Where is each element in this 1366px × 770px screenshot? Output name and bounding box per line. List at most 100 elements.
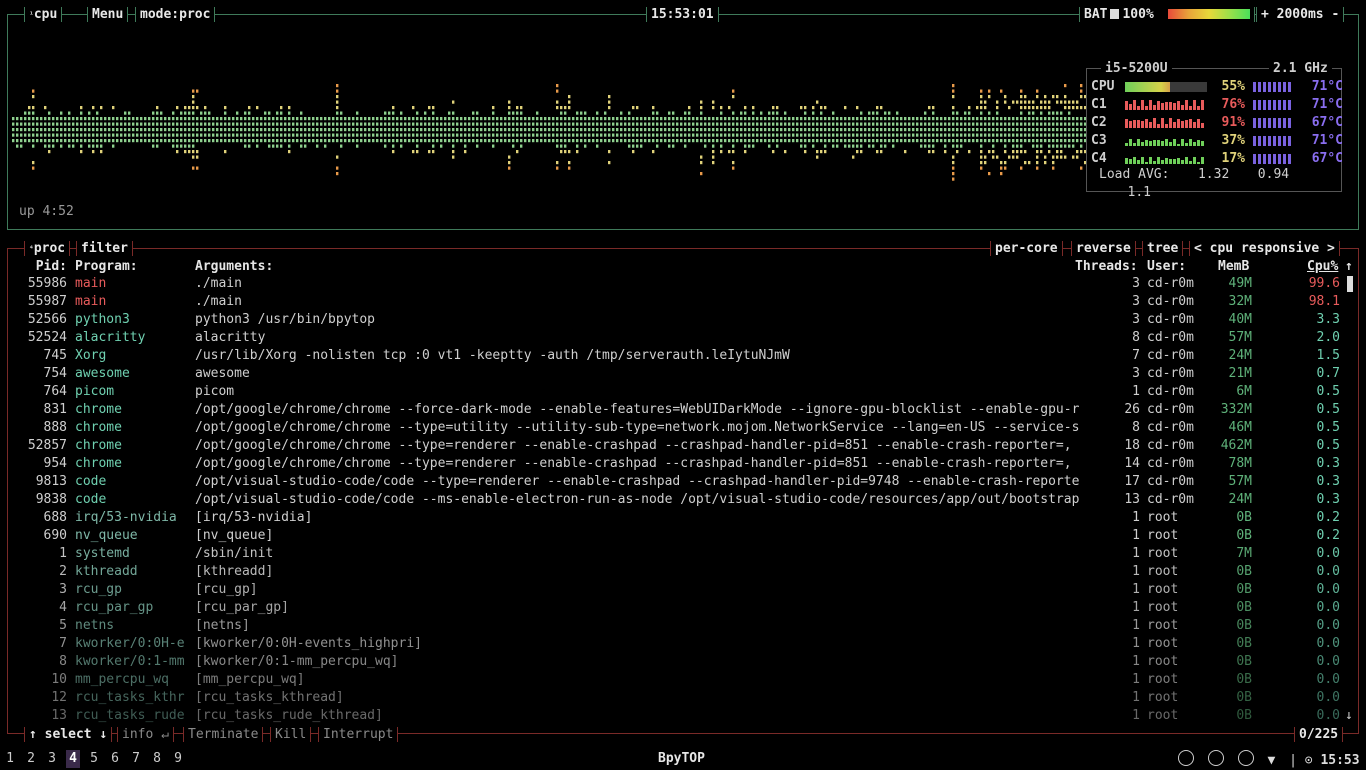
workspace-7[interactable]: 7: [129, 750, 143, 768]
table-row[interactable]: 1 systemd/sbin/init 1 root 7M 0.0: [0, 545, 1366, 563]
info-button[interactable]: info ↵: [117, 727, 174, 742]
cpu-graph-dot: [428, 128, 431, 132]
reverse-toggle[interactable]: reverse: [1071, 241, 1136, 256]
workspace-1[interactable]: 1: [3, 750, 17, 768]
table-row[interactable]: 3 rcu_gp [rcu_gp] 1 root 0B 0.0: [0, 581, 1366, 599]
volume-icon[interactable]: [1237, 750, 1254, 766]
table-row[interactable]: 12 rcu_tasks_kthr [rcu_tasks_kthread] 1 root…: [0, 689, 1366, 707]
cpu-graph-dot: [468, 133, 471, 137]
table-row[interactable]: 2 kthreadd [kthreadd] 1 root 0B 0.0: [0, 563, 1366, 581]
cpu-graph-dot: [176, 122, 179, 126]
col-pid[interactable]: Pid:: [10, 258, 67, 276]
cpu-graph-dot: [424, 111, 427, 115]
cpu-graph-dot: [860, 117, 863, 121]
col-cpu[interactable]: Cpu%: [1307, 258, 1338, 276]
table-row[interactable]: 52566 python3 python3 /usr/bin/bpytop 3 cd-r…: [0, 311, 1366, 329]
table-row[interactable]: 831 chrome/opt/google/chrome/chrome --for…: [0, 401, 1366, 419]
scrollbar-thumb[interactable]: [1347, 276, 1353, 292]
workspace-6[interactable]: 6: [108, 750, 122, 768]
col-arguments[interactable]: Arguments:: [195, 258, 273, 276]
cpu-graph-dot: [216, 133, 219, 137]
cpu-graph-dot: [988, 117, 991, 121]
mode-label[interactable]: mode:proc: [135, 7, 216, 22]
table-row[interactable]: 754 awesome awesome 3 cd-r0m 21M 0.7: [0, 365, 1366, 383]
col-user[interactable]: User:: [1147, 258, 1186, 276]
table-row[interactable]: 9813 code/opt/visual-studio-code/code --t…: [0, 473, 1366, 491]
cpu-graph-dot: [848, 128, 851, 132]
cpu-graph-dot: [540, 128, 543, 132]
clock-icon: ⊙: [1304, 753, 1313, 768]
table-row[interactable]: 688 irq/53-nvidia [irq/53-nvidia] 1 root 0B 0.…: [0, 509, 1366, 527]
cpu-graph-dot: [1068, 122, 1071, 126]
cell-mem: 0B: [1236, 564, 1252, 579]
core-usage-bar: [1125, 118, 1207, 128]
terminate-button[interactable]: Terminate: [183, 727, 264, 742]
table-row[interactable]: 8 kworker/0:1-mm [kworker/0:1-mm_percpu_wq…: [0, 653, 1366, 671]
table-row[interactable]: 52524 alacritty alacritty 8 cd-r0m 57M 2.0: [0, 329, 1366, 347]
table-row[interactable]: 888 chrome/opt/google/chrome/chrome --typ…: [0, 419, 1366, 437]
workspace-9[interactable]: 9: [171, 750, 185, 768]
table-row[interactable]: 954 chrome/opt/google/chrome/chrome --typ…: [0, 455, 1366, 473]
table-row[interactable]: 52857 chrome/opt/google/chrome/chrome --t…: [0, 437, 1366, 455]
cpu-graph-dot: [928, 106, 931, 110]
cpu-graph-dot: [752, 144, 755, 148]
interrupt-button[interactable]: Interrupt: [318, 727, 399, 742]
kill-button[interactable]: Kill: [270, 727, 312, 742]
cpu-graph-dot: [672, 111, 675, 115]
cpu-graph-dot: [348, 117, 351, 121]
scroll-down-icon[interactable]: ↓: [1345, 708, 1353, 723]
cpu-graph-dot: [124, 111, 127, 115]
filter-button[interactable]: filter: [76, 241, 133, 256]
table-row[interactable]: 764 picom picom 1 cd-r0m 6M 0.5: [0, 383, 1366, 401]
per-core-toggle[interactable]: per-core: [990, 241, 1063, 256]
cpu-graph-dot: [712, 100, 715, 104]
workspace-8[interactable]: 8: [150, 750, 164, 768]
cpu-graph-dot: [564, 133, 567, 137]
cpu-graph-dot: [756, 133, 759, 137]
cpu-graph-dot: [744, 144, 747, 148]
workspace-3[interactable]: 3: [45, 750, 59, 768]
table-row[interactable]: 690 nv_queue [nv_queue] 1 root 0B 0.2: [0, 527, 1366, 545]
select-control[interactable]: ↑ select ↓: [24, 727, 113, 742]
tree-toggle[interactable]: tree: [1142, 241, 1184, 256]
cpu-graph-dot: [116, 139, 119, 143]
workspace-2[interactable]: 2: [24, 750, 38, 768]
cpu-graph-dot: [1048, 100, 1051, 104]
cpu-tab[interactable]: ¹cpu: [24, 7, 63, 22]
table-row[interactable]: 5 netns [netns] 1 root 0B 0.0: [0, 617, 1366, 635]
cell-pid: 10: [51, 672, 67, 687]
cpu-graph-dot: [608, 95, 611, 99]
brightness-icon[interactable]: [1178, 750, 1194, 766]
table-row[interactable]: 7 kworker/0:0H-e [kworker/0:0H-events_high…: [0, 635, 1366, 653]
cpu-graph-dot: [656, 128, 659, 132]
wifi-icon[interactable]: ▼: [1267, 752, 1275, 770]
cpu-graph-dot: [920, 133, 923, 137]
cpu-graph-dot: [712, 150, 715, 154]
lock-icon[interactable]: [1207, 750, 1224, 766]
table-row[interactable]: 10 mm_percpu_wq [mm_percpu_wq] 1 root 0B 0.0: [0, 671, 1366, 689]
table-row[interactable]: 9838 code/opt/visual-studio-code/code --m…: [0, 491, 1366, 509]
menu-button[interactable]: Menu: [87, 7, 129, 22]
table-row[interactable]: 55987 main ./main 3 cd-r0m 32M 98.1: [0, 293, 1366, 311]
table-row[interactable]: 745 Xorg/usr/lib/Xorg -nolisten tcp :0 vt…: [0, 347, 1366, 365]
update-interval[interactable]: + 2000ms -: [1256, 7, 1345, 22]
col-threads[interactable]: Threads:: [1075, 258, 1138, 276]
cpu-graph-dot: [192, 133, 195, 137]
cpu-graph-dot: [688, 139, 691, 143]
col-mem[interactable]: MemB: [1218, 258, 1249, 276]
table-row[interactable]: 55986 main ./main 3 cd-r0m 49M 99.6: [0, 275, 1366, 293]
sort-selector[interactable]: < cpu responsive >: [1189, 241, 1340, 256]
table-row[interactable]: 4 rcu_par_gp [rcu_par_gp] 1 root 0B 0.0: [0, 599, 1366, 617]
table-row[interactable]: 13 rcu_tasks_rude [rcu_tasks_rude_kthread]…: [0, 707, 1366, 725]
proc-tab[interactable]: ⁴proc: [24, 241, 71, 256]
col-program[interactable]: Program:: [75, 258, 138, 276]
cpu-graph-dot: [744, 106, 747, 110]
cpu-graph-dot: [884, 111, 887, 115]
cpu-graph-dot: [432, 117, 435, 121]
cpu-graph-dot: [896, 133, 899, 137]
cell-user: root: [1147, 654, 1179, 669]
cpu-graph-dot: [180, 111, 183, 115]
workspace-4[interactable]: 4: [66, 750, 80, 768]
cpu-graph-dot: [188, 122, 191, 126]
workspace-5[interactable]: 5: [87, 750, 101, 768]
